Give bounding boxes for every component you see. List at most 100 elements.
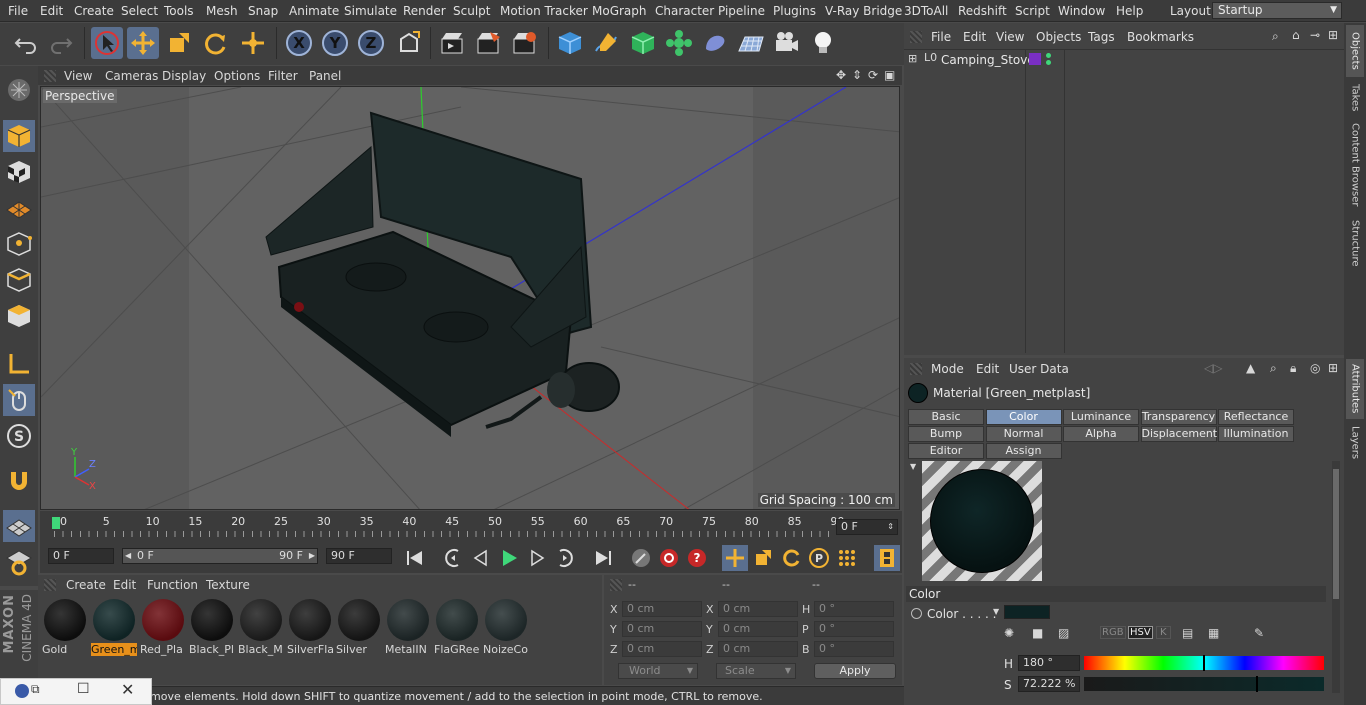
viewport-menu-panel[interactable]: Panel xyxy=(309,69,341,83)
material-item[interactable]: Black_M xyxy=(238,597,284,657)
go-to-start-button[interactable] xyxy=(402,545,428,571)
render-view-button[interactable] xyxy=(436,27,468,59)
object-row-camping-stove[interactable]: ⊞ L0 Camping_Stove xyxy=(904,51,1344,69)
axis-mode-button[interactable] xyxy=(3,348,35,380)
panel-grip[interactable] xyxy=(910,31,922,43)
floor-button[interactable] xyxy=(735,27,767,59)
coord-value-field[interactable]: 0 cm xyxy=(718,641,798,657)
material-item[interactable]: NoizeCo xyxy=(483,597,529,657)
h-field[interactable]: 180 ° xyxy=(1018,655,1080,671)
timeline-window-button[interactable] xyxy=(874,545,900,571)
menu-window[interactable]: Window xyxy=(1058,4,1105,18)
search-icon[interactable]: ⌕ xyxy=(1272,29,1279,44)
attr-menu-user-data[interactable]: User Data xyxy=(1009,362,1069,376)
layout-select[interactable]: Startup ▼ xyxy=(1212,2,1342,19)
object-menu-tags[interactable]: Tags xyxy=(1088,30,1115,44)
object-menu-edit[interactable]: Edit xyxy=(963,30,986,44)
back-arrow-icon[interactable]: ◁▷ xyxy=(1204,361,1222,375)
tab-editor[interactable]: Editor xyxy=(908,443,984,459)
panel-grip[interactable] xyxy=(44,70,56,82)
cube-button[interactable] xyxy=(554,27,586,59)
coordinate-system-button[interactable] xyxy=(393,27,425,59)
light-button[interactable] xyxy=(807,27,839,59)
y-axis-button[interactable]: Y xyxy=(319,27,351,59)
attribute-scrollbar[interactable] xyxy=(1332,461,1340,693)
move-tool-button[interactable] xyxy=(127,27,159,59)
coord-value-field[interactable]: 0 cm xyxy=(718,601,798,617)
redo-button[interactable] xyxy=(45,27,77,59)
play-button[interactable] xyxy=(496,545,522,571)
tab-basic[interactable]: Basic xyxy=(908,409,984,425)
material-item[interactable]: SilverFla xyxy=(287,597,333,657)
locked-workplane-button[interactable] xyxy=(3,546,35,578)
hue-slider[interactable] xyxy=(1084,655,1324,671)
material-menu-edit[interactable]: Edit xyxy=(113,578,136,592)
menu-mograph[interactable]: MoGraph xyxy=(592,4,647,18)
viewport-menu-options[interactable]: Options xyxy=(214,69,260,83)
scale-tool-button[interactable] xyxy=(163,27,195,59)
home-icon[interactable]: ⌂ xyxy=(1292,28,1300,42)
deformer-button[interactable] xyxy=(699,27,731,59)
coord-value-field[interactable]: 0 cm xyxy=(718,621,798,637)
range-left-arrow-icon[interactable]: ◀ xyxy=(125,549,131,563)
attr-menu-mode[interactable]: Mode xyxy=(931,362,964,376)
layer-color-swatch[interactable] xyxy=(1029,53,1041,65)
object-menu-objects[interactable]: Objects xyxy=(1036,30,1081,44)
menu-mesh[interactable]: Mesh xyxy=(206,4,238,18)
3d-viewport[interactable]: Y Z X Perspective Grid Spacing : 100 cm xyxy=(40,86,900,510)
viewport-pan-icon[interactable]: ✥ xyxy=(836,68,846,82)
points-mode-button[interactable] xyxy=(3,228,35,260)
coord-value-field[interactable]: 0 ° xyxy=(814,621,894,637)
frame-range-slider[interactable]: ◀ 0 F 90 F ▶ xyxy=(122,548,318,564)
material-menu-create[interactable]: Create xyxy=(66,578,106,592)
viewport-rotate-icon[interactable]: ⟳ xyxy=(868,68,878,82)
rotate-tool-button[interactable] xyxy=(199,27,231,59)
viewport-menu-view[interactable]: View xyxy=(64,69,92,83)
close-icon[interactable]: ✕ xyxy=(121,680,134,699)
menu-plugins[interactable]: Plugins xyxy=(773,4,816,18)
material-menu-function[interactable]: Function xyxy=(147,578,198,592)
attr-menu-edit[interactable]: Edit xyxy=(976,362,999,376)
menu-create[interactable]: Create xyxy=(74,4,114,18)
menu-file[interactable]: File xyxy=(8,4,28,18)
material-menu-texture[interactable]: Texture xyxy=(206,578,250,592)
key-pla-button[interactable] xyxy=(834,545,860,571)
autokey-button[interactable] xyxy=(656,545,682,571)
scrollbar-thumb[interactable] xyxy=(1333,469,1339,599)
tab-color[interactable]: Color xyxy=(985,409,1062,425)
transform-tool-button[interactable] xyxy=(237,27,269,59)
rgb-mode-button[interactable]: RGB xyxy=(1100,626,1126,639)
tab-luminance[interactable]: Luminance xyxy=(1063,409,1139,425)
tab-transparency[interactable]: Transparency xyxy=(1140,409,1217,425)
search-icon[interactable]: ⌕ xyxy=(1270,361,1277,376)
coord-value-field[interactable]: 0 cm xyxy=(622,621,702,637)
restore-icon[interactable]: ⧉ xyxy=(31,682,40,697)
record-keys-button[interactable] xyxy=(628,545,654,571)
kelvin-mode-button[interactable]: K xyxy=(1156,626,1171,639)
viewport-maximize-icon[interactable]: ▣ xyxy=(884,68,895,82)
tab-normal[interactable]: Normal xyxy=(985,426,1062,442)
image-picker-icon[interactable]: ▨ xyxy=(1058,626,1069,640)
timeline-ruler[interactable]: 051015202530354045505560657075808590 0 F… xyxy=(40,511,902,543)
link-icon[interactable]: ⊸ xyxy=(1310,28,1320,42)
menu-vray-bridge[interactable]: V-Ray Bridge xyxy=(825,4,902,18)
viewport-menu-filter[interactable]: Filter xyxy=(268,69,298,83)
object-name[interactable]: Camping_Stove xyxy=(941,53,1035,67)
swatches-icon[interactable]: ▦ xyxy=(1208,626,1219,640)
coord-value-field[interactable]: 0 ° xyxy=(814,601,894,617)
lock-icon[interactable]: 🔒︎ xyxy=(1290,361,1296,376)
coord-value-field[interactable]: 0 cm xyxy=(622,641,702,657)
end-frame-field[interactable]: 90 F xyxy=(326,548,392,564)
object-menu-view[interactable]: View xyxy=(996,30,1024,44)
mograph-cloner-button[interactable] xyxy=(663,27,695,59)
maximize-icon[interactable]: ☐ xyxy=(77,681,90,697)
coord-value-field[interactable]: 0 cm xyxy=(622,601,702,617)
new-window-icon[interactable]: ⊞ xyxy=(1328,28,1338,42)
tab-reflectance[interactable]: Reflectance xyxy=(1218,409,1294,425)
menu-snap[interactable]: Snap xyxy=(248,4,278,18)
render-picture-viewer-button[interactable] xyxy=(472,27,504,59)
pen-spline-button[interactable] xyxy=(590,27,622,59)
key-position-button[interactable] xyxy=(722,545,748,571)
hue-slider-handle[interactable] xyxy=(1203,655,1205,671)
next-frame-button[interactable] xyxy=(524,545,550,571)
